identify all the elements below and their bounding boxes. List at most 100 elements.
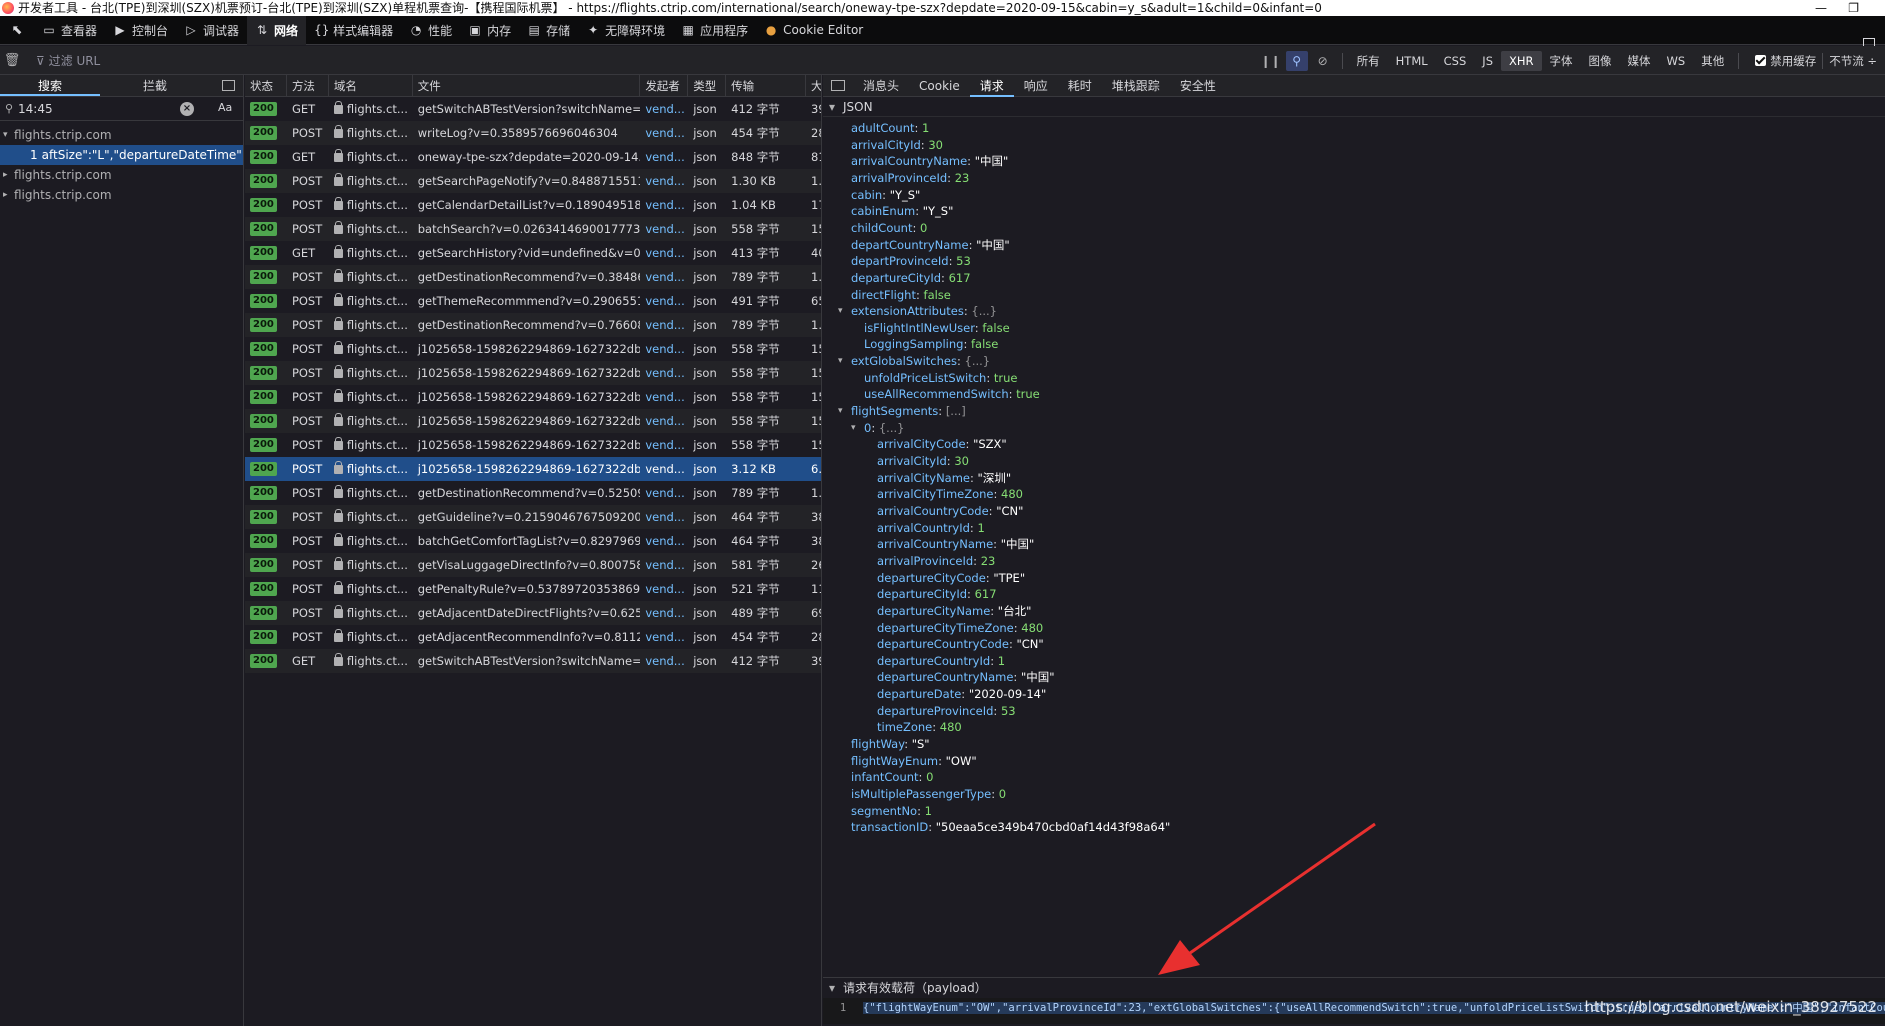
- request-row[interactable]: 200 POST flights.ct... getDestinationRecomm…: [245, 481, 821, 505]
- tab-search[interactable]: 搜索: [0, 75, 100, 96]
- expand-twisty-icon[interactable]: ▾: [838, 351, 843, 371]
- request-row[interactable]: 200 POST flights.ct... getAdjacentRecommend…: [245, 625, 821, 649]
- initiator-link[interactable]: vend...: [640, 577, 688, 601]
- column-status[interactable]: 状态: [245, 75, 287, 96]
- expanded-twisty-icon[interactable]: ▾: [3, 125, 8, 145]
- filter-type-所有[interactable]: 所有: [1349, 51, 1388, 71]
- request-row[interactable]: 200 POST flights.ct... batchSearch?v=0.0263…: [245, 217, 821, 241]
- column-file[interactable]: 文件: [413, 75, 641, 96]
- initiator-link[interactable]: vend...: [640, 601, 688, 625]
- url-filter-input[interactable]: ⊽ 过滤 URL: [36, 52, 100, 69]
- tab-请求[interactable]: 请求: [970, 75, 1014, 97]
- search-input[interactable]: ⚲ 14:45 × Aa: [0, 97, 243, 121]
- filter-type-媒体[interactable]: 媒体: [1620, 51, 1659, 71]
- column-domain[interactable]: 域名: [329, 75, 413, 96]
- tool-tab-application[interactable]: ▦ 应用程序: [673, 16, 756, 45]
- tool-tab-debugger[interactable]: ▷ 调试器: [176, 16, 247, 45]
- search-query[interactable]: 14:45: [18, 102, 53, 116]
- initiator-link[interactable]: vend...: [640, 553, 688, 577]
- filter-type-其他[interactable]: 其他: [1693, 51, 1732, 71]
- request-row[interactable]: 200 POST flights.ct... getAdjacentDateDirec…: [245, 601, 821, 625]
- initiator-link[interactable]: vend...: [640, 457, 688, 481]
- collapsed-twisty-icon[interactable]: ▸: [3, 165, 8, 185]
- request-row[interactable]: 200 POST flights.ct... getSearchPageNotify?…: [245, 169, 821, 193]
- tool-tab-style-editor[interactable]: {} 样式编辑器: [306, 16, 401, 45]
- search-result-file[interactable]: ▸ flights.ctrip.com: [0, 185, 243, 205]
- initiator-link[interactable]: vend...: [640, 337, 688, 361]
- request-row[interactable]: 200 POST flights.ct... getVisaLuggageDirect…: [245, 553, 821, 577]
- search-result-file[interactable]: ▾ flights.ctrip.com: [0, 125, 243, 145]
- request-row[interactable]: 200 POST flights.ct... getDestinationRecomm…: [245, 265, 821, 289]
- request-row[interactable]: 200 POST flights.ct... getThemeRecommmend?v…: [245, 289, 821, 313]
- filter-type-CSS[interactable]: CSS: [1436, 51, 1475, 71]
- search-result-file[interactable]: ▸ flights.ctrip.com: [0, 165, 243, 185]
- initiator-link[interactable]: vend...: [640, 385, 688, 409]
- initiator-link[interactable]: vend...: [640, 241, 688, 265]
- tool-tab-network[interactable]: ⇅ 网络: [247, 15, 307, 45]
- column-size[interactable]: 大: [806, 75, 821, 96]
- collapse-panel-icon[interactable]: [222, 80, 235, 91]
- initiator-link[interactable]: vend...: [640, 409, 688, 433]
- request-row[interactable]: 200 POST flights.ct... writeLog?v=0.3589576…: [245, 121, 821, 145]
- initiator-link[interactable]: vend...: [640, 289, 688, 313]
- request-row[interactable]: 200 POST flights.ct... getPenaltyRule?v=0.5…: [245, 577, 821, 601]
- expand-twisty-icon[interactable]: ▾: [851, 418, 856, 438]
- expand-twisty-icon[interactable]: ▾: [838, 401, 843, 421]
- expand-twisty-icon[interactable]: ▾: [838, 301, 843, 321]
- initiator-link[interactable]: vend...: [640, 121, 688, 145]
- request-row[interactable]: 200 GET flights.ct... getSwitchABTestVersio…: [245, 97, 821, 121]
- json-property[interactable]: transactionID: "50eaa5ce349b470cbd0af14d…: [851, 817, 1170, 837]
- initiator-link[interactable]: vend...: [640, 313, 688, 337]
- clear-search-icon[interactable]: ×: [180, 102, 194, 116]
- initiator-link[interactable]: vend...: [640, 649, 688, 673]
- initiator-link[interactable]: vend...: [640, 145, 688, 169]
- initiator-link[interactable]: vend...: [640, 505, 688, 529]
- toggle-sidebar-icon[interactable]: [831, 80, 845, 91]
- filter-type-字体[interactable]: 字体: [1542, 51, 1581, 71]
- tool-tab-storage[interactable]: ▤ 存储: [519, 16, 578, 45]
- column-method[interactable]: 方法: [287, 75, 329, 96]
- initiator-link[interactable]: vend...: [640, 265, 688, 289]
- tab-消息头[interactable]: 消息头: [853, 75, 909, 97]
- filter-type-图像[interactable]: 图像: [1581, 51, 1620, 71]
- clear-log-trash-icon[interactable]: 🗑: [0, 53, 24, 68]
- search-result-match[interactable]: 1aftSize":"L","departureDateTime":"2020-…: [0, 145, 243, 165]
- filter-type-HTML[interactable]: HTML: [1388, 51, 1436, 71]
- json-section-header[interactable]: JSON: [823, 97, 1885, 117]
- disable-cache-checkbox[interactable]: [1755, 55, 1767, 66]
- tool-tab-console[interactable]: ▶ 控制台: [105, 16, 176, 45]
- tool-tab-performance[interactable]: ◔ 性能: [401, 16, 460, 45]
- tab-堆栈跟踪[interactable]: 堆栈跟踪: [1102, 75, 1170, 97]
- initiator-link[interactable]: vend...: [640, 193, 688, 217]
- initiator-link[interactable]: vend...: [640, 433, 688, 457]
- initiator-link[interactable]: vend...: [640, 481, 688, 505]
- tool-tab-inspector[interactable]: ▭ 查看器: [34, 16, 105, 45]
- filter-type-JS[interactable]: JS: [1474, 51, 1501, 71]
- initiator-link[interactable]: vend...: [640, 361, 688, 385]
- tool-tab-accessibility[interactable]: ✦ 无障碍环境: [578, 16, 673, 45]
- restore-button[interactable]: ❐: [1848, 0, 1859, 16]
- tool-tab-cookie[interactable]: ● Cookie Editor: [756, 16, 871, 45]
- tab-安全性[interactable]: 安全性: [1170, 75, 1226, 97]
- search-toggle-button[interactable]: ⚲: [1285, 50, 1308, 71]
- request-row[interactable]: 200 POST flights.ct... j1025658-15982622948…: [245, 433, 821, 457]
- collapsed-twisty-icon[interactable]: ▸: [3, 185, 8, 205]
- tool-tab-memory[interactable]: ▣ 内存: [460, 16, 519, 45]
- request-row[interactable]: 200 POST flights.ct... j1025658-15982622948…: [245, 385, 821, 409]
- column-initiator[interactable]: 发起者: [640, 75, 689, 96]
- block-requests-button[interactable]: ⊘: [1312, 51, 1334, 71]
- tab-响应[interactable]: 响应: [1014, 75, 1058, 97]
- request-row[interactable]: 200 GET flights.ct... getSwitchABTestVersio…: [245, 649, 821, 673]
- request-row[interactable]: 200 POST flights.ct... j1025658-15982622948…: [245, 409, 821, 433]
- initiator-link[interactable]: vend...: [640, 625, 688, 649]
- request-row[interactable]: 200 GET flights.ct... oneway-tpe-szx?depdat…: [245, 145, 821, 169]
- tab-intercept[interactable]: 拦截: [100, 75, 210, 96]
- request-row[interactable]: 200 POST flights.ct... getCalendarDetailLis…: [245, 193, 821, 217]
- column-transferred[interactable]: 传输: [726, 75, 807, 96]
- tab-Cookie[interactable]: Cookie: [909, 75, 970, 97]
- request-row[interactable]: 200 POST flights.ct... j1025658-15982622948…: [245, 337, 821, 361]
- request-row[interactable]: 200 POST flights.ct... getDestinationRecomm…: [245, 313, 821, 337]
- payload-section-header[interactable]: 请求有效载荷（payload）: [823, 977, 1885, 998]
- minimize-button[interactable]: —: [1815, 0, 1827, 16]
- initiator-link[interactable]: vend...: [640, 169, 688, 193]
